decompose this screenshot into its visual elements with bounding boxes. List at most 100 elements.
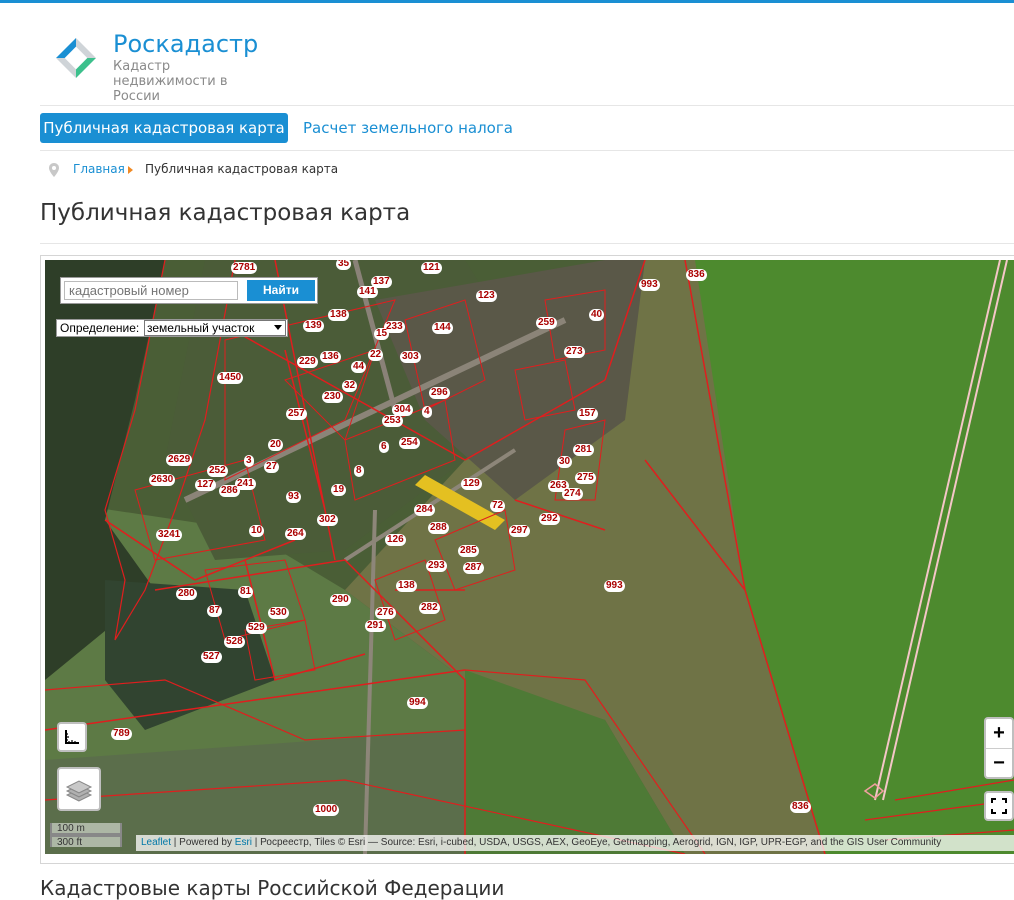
parcel-label[interactable]: 257	[286, 408, 307, 420]
parcel-label[interactable]: 87	[207, 605, 223, 617]
parcel-label[interactable]: 529	[246, 622, 267, 634]
parcel-label[interactable]: 288	[428, 522, 449, 534]
parcel-label[interactable]: 27	[264, 461, 280, 473]
parcel-label[interactable]: 286	[219, 485, 240, 497]
find-button[interactable]: Найти	[247, 280, 315, 301]
parcel-label[interactable]: 264	[285, 528, 306, 540]
parcel-label[interactable]: 72	[490, 500, 506, 512]
tab-land-tax-calculation[interactable]: Расчет земельного налога	[303, 113, 513, 143]
scale-imperial: 300 ft	[50, 835, 122, 848]
parcel-label[interactable]: 81	[238, 586, 254, 598]
parcel-label[interactable]: 157	[577, 408, 598, 420]
parcel-label[interactable]: 93	[286, 491, 302, 503]
parcel-label[interactable]: 259	[536, 317, 557, 329]
breadcrumb-home-link[interactable]: Главная	[73, 162, 125, 176]
parcel-label[interactable]: 3	[244, 455, 254, 467]
nav-divider	[40, 150, 1014, 151]
parcel-label[interactable]: 40	[589, 309, 605, 321]
parcel-label[interactable]: 10	[249, 525, 265, 537]
parcel-label[interactable]: 528	[224, 636, 245, 648]
cadastral-search-box: Найти	[60, 277, 318, 304]
parcel-label[interactable]: 230	[322, 391, 343, 403]
parcel-label[interactable]: 229	[297, 356, 318, 368]
parcel-label[interactable]: 287	[463, 562, 484, 574]
parcel-label[interactable]: 275	[575, 472, 596, 484]
parcel-label[interactable]: 252	[207, 465, 228, 477]
parcel-label[interactable]: 303	[400, 351, 421, 363]
parcel-label[interactable]: 280	[176, 588, 197, 600]
parcel-label[interactable]: 1450	[217, 372, 244, 384]
parcel-label[interactable]: 127	[195, 479, 216, 491]
parcel-label[interactable]: 6	[379, 441, 389, 453]
parcel-label[interactable]: 2629	[166, 454, 193, 466]
parcel-label[interactable]: 273	[564, 346, 585, 358]
parcel-label[interactable]: 123	[476, 290, 497, 302]
layers-button[interactable]	[57, 767, 101, 811]
parcel-label[interactable]: 136	[320, 351, 341, 363]
parcel-label[interactable]: 290	[330, 594, 351, 606]
parcel-label[interactable]: 15	[374, 328, 390, 340]
parcel-label[interactable]: 253	[382, 415, 403, 427]
parcel-label[interactable]: 994	[407, 697, 428, 709]
breadcrumb-arrow-icon	[128, 166, 133, 174]
zoom-in-button[interactable]: +	[986, 719, 1012, 749]
parcel-label[interactable]: 8	[354, 465, 364, 477]
parcel-label[interactable]: 284	[414, 504, 435, 516]
parcel-label[interactable]: 993	[639, 279, 660, 291]
parcel-label[interactable]: 144	[432, 322, 453, 334]
title-divider	[40, 243, 1014, 244]
parcel-label[interactable]: 254	[399, 437, 420, 449]
parcel-label[interactable]: 281	[573, 444, 594, 456]
brand-title[interactable]: Роскадастр	[113, 30, 258, 58]
parcel-label[interactable]: 44	[351, 361, 367, 373]
ruler-measure-button[interactable]	[57, 722, 87, 752]
parcel-label[interactable]: 282	[419, 602, 440, 614]
parcel-label[interactable]: 139	[303, 320, 324, 332]
leaflet-link[interactable]: Leaflet	[141, 837, 171, 848]
parcel-label[interactable]: 2630	[149, 474, 176, 486]
ruler-icon	[65, 730, 79, 744]
parcel-label[interactable]: 4	[422, 406, 432, 418]
cadastral-number-input[interactable]	[64, 281, 238, 300]
parcel-label[interactable]: 302	[317, 514, 338, 526]
roskadastr-logo-icon[interactable]	[54, 36, 98, 80]
parcel-label[interactable]: 527	[201, 651, 222, 663]
parcel-label[interactable]: 291	[365, 620, 386, 632]
parcel-label[interactable]: 530	[268, 607, 289, 619]
parcel-label[interactable]: 20	[268, 439, 284, 451]
definition-select[interactable]: земельный участок	[144, 320, 286, 336]
zoom-out-button[interactable]: −	[986, 749, 1012, 778]
parcel-label[interactable]: 19	[331, 484, 347, 496]
parcel-label[interactable]: 293	[426, 560, 447, 572]
parcel-label[interactable]: 141	[357, 286, 378, 298]
parcel-label[interactable]: 138	[328, 309, 349, 321]
parcel-label[interactable]: 292	[539, 513, 560, 525]
parcel-label[interactable]: 1000	[313, 804, 340, 816]
parcel-label[interactable]: 126	[385, 534, 406, 546]
tab-public-cadastral-map[interactable]: Публичная кадастровая карта	[40, 113, 288, 143]
parcel-label[interactable]: 2781	[231, 262, 258, 274]
esri-link[interactable]: Esri	[235, 837, 252, 848]
definition-label: Определение:	[60, 321, 140, 335]
parcel-label[interactable]: 296	[429, 387, 450, 399]
parcel-label[interactable]: 274	[562, 488, 583, 500]
parcel-label[interactable]: 30	[557, 456, 573, 468]
parcel-label[interactable]: 35	[336, 260, 352, 270]
parcel-label[interactable]: 138	[396, 580, 417, 592]
parcel-label[interactable]: 285	[458, 545, 479, 557]
parcel-label[interactable]: 32	[342, 380, 358, 392]
parcel-label[interactable]: 789	[111, 728, 132, 740]
parcel-label[interactable]: 3241	[156, 529, 183, 541]
parcel-label[interactable]: 22	[368, 349, 384, 361]
parcel-label[interactable]: 993	[604, 580, 625, 592]
attribution-powered-by: | Powered by	[171, 837, 235, 848]
cadastral-map[interactable]: 2781 35 137 121 123 836 993 138 141 233 …	[45, 260, 1014, 854]
parcel-label[interactable]: 297	[509, 525, 530, 537]
parcel-label[interactable]: 836	[790, 801, 811, 813]
parcel-label[interactable]: 129	[461, 478, 482, 490]
map-attribution: Leaflet | Powered by Esri | Росреестр, T…	[136, 835, 1014, 851]
parcel-label[interactable]: 121	[421, 262, 442, 274]
parcel-label[interactable]: 276	[375, 607, 396, 619]
parcel-label[interactable]: 836	[686, 269, 707, 281]
fullscreen-button[interactable]	[984, 791, 1014, 821]
